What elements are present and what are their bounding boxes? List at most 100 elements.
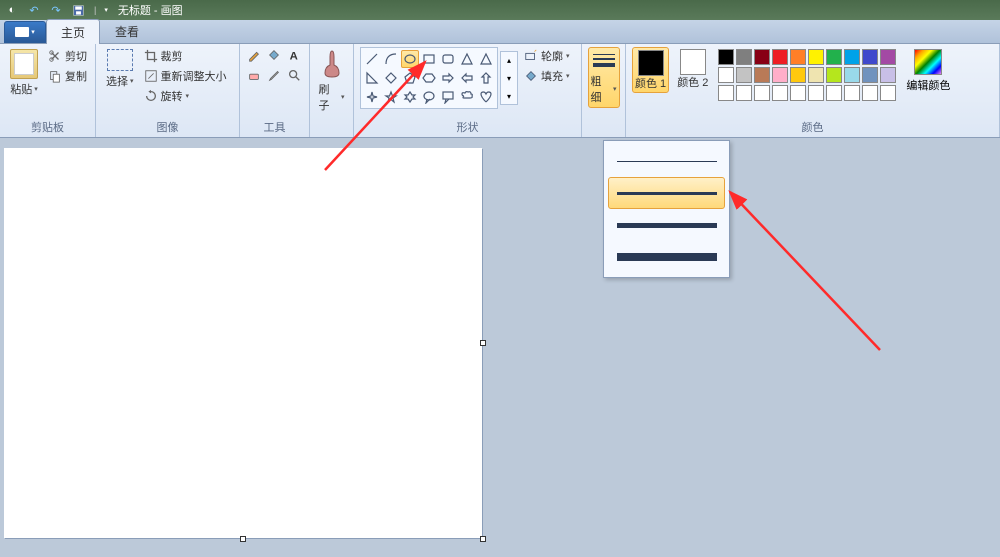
size-option[interactable] <box>608 241 725 273</box>
shape-arrow-r[interactable] <box>439 69 457 87</box>
color-swatch[interactable] <box>808 67 824 83</box>
color-swatch[interactable] <box>772 49 788 65</box>
color-swatch[interactable] <box>736 67 752 83</box>
resize-handle[interactable] <box>240 536 246 542</box>
file-icon <box>15 27 29 37</box>
qat-customize-icon[interactable]: ▾ <box>104 6 108 14</box>
crop-icon <box>144 49 158 63</box>
canvas[interactable] <box>4 148 482 538</box>
crop-button[interactable]: 裁剪 <box>142 47 229 65</box>
color-swatch[interactable] <box>718 85 734 101</box>
color1-button[interactable]: 颜色 1 <box>632 47 669 93</box>
undo-icon[interactable]: ↶ <box>26 2 42 18</box>
color-swatch[interactable] <box>736 49 752 65</box>
shape-star4[interactable] <box>363 88 381 106</box>
color-swatch[interactable] <box>790 67 806 83</box>
picker-tool[interactable] <box>266 67 282 83</box>
color-swatch[interactable] <box>790 49 806 65</box>
color-swatch[interactable] <box>880 85 896 101</box>
resize-handle[interactable] <box>480 536 486 542</box>
fill-tool[interactable] <box>266 47 282 63</box>
color-swatch[interactable] <box>736 85 752 101</box>
color-swatch[interactable] <box>826 85 842 101</box>
color2-button[interactable]: 颜色 2 <box>673 47 712 91</box>
group-shapes: ▴ ▾ ▾ 轮廓 ▾ 填充 ▾ 形状 <box>354 44 582 137</box>
outline-button[interactable]: 轮廓 ▾ <box>522 47 572 65</box>
resize-icon <box>144 69 158 83</box>
size-option[interactable] <box>608 145 725 177</box>
group-label-clipboard: 剪贴板 <box>6 117 89 135</box>
shapes-scroll-down[interactable]: ▾ <box>501 70 517 86</box>
save-icon[interactable] <box>70 2 86 18</box>
eraser-tool[interactable] <box>246 67 262 83</box>
shape-pentagon[interactable] <box>401 69 419 87</box>
shape-polygon[interactable] <box>458 50 476 68</box>
shape-roundrect[interactable] <box>439 50 457 68</box>
copy-button[interactable]: 复制 <box>46 67 89 85</box>
color-swatch[interactable] <box>844 85 860 101</box>
rotate-button[interactable]: 旋转 ▾ <box>142 87 229 105</box>
resize-handle[interactable] <box>480 340 486 346</box>
shape-callout-rect[interactable] <box>439 88 457 106</box>
size-button[interactable]: 粗细▾ <box>588 47 620 108</box>
shape-arrow-l[interactable] <box>458 69 476 87</box>
shape-triangle[interactable] <box>477 50 495 68</box>
shape-star5[interactable] <box>382 88 400 106</box>
shape-rect[interactable] <box>420 50 438 68</box>
color-swatch[interactable] <box>826 67 842 83</box>
shapes-scroll-up[interactable]: ▴ <box>501 52 517 68</box>
shape-line[interactable] <box>363 50 381 68</box>
color-swatch[interactable] <box>862 49 878 65</box>
shape-right-tri[interactable] <box>363 69 381 87</box>
color-swatch[interactable] <box>808 49 824 65</box>
text-tool[interactable]: A <box>286 47 302 63</box>
bucket-icon <box>524 69 538 83</box>
tab-view[interactable]: 查看 <box>100 18 154 43</box>
window-title: 无标题 - 画图 <box>118 2 183 18</box>
pencil-tool[interactable] <box>246 47 262 63</box>
color-swatch[interactable] <box>754 85 770 101</box>
color-palette <box>716 47 898 103</box>
redo-icon[interactable]: ↷ <box>48 2 64 18</box>
color-swatch[interactable] <box>880 49 896 65</box>
edit-colors-button[interactable]: 编辑颜色 <box>902 47 954 95</box>
color-swatch[interactable] <box>718 49 734 65</box>
shape-curve[interactable] <box>382 50 400 68</box>
shape-oval[interactable] <box>401 50 419 68</box>
shape-arrow-u[interactable] <box>477 69 495 87</box>
color-swatch[interactable] <box>718 67 734 83</box>
resize-button[interactable]: 重新调整大小 <box>142 67 229 85</box>
color-swatch[interactable] <box>754 49 770 65</box>
fill-button[interactable]: 填充 ▾ <box>522 67 572 85</box>
resize-label: 重新调整大小 <box>161 68 227 84</box>
paste-button[interactable]: 粘贴▾ <box>6 47 42 99</box>
system-menu-icon[interactable]: ◐ <box>4 2 20 18</box>
shapes-expand[interactable]: ▾ <box>501 88 517 104</box>
shape-heart[interactable] <box>477 88 495 106</box>
color-swatch[interactable] <box>862 85 878 101</box>
color-swatch[interactable] <box>880 67 896 83</box>
brushes-button[interactable]: 刷子▾ <box>315 47 349 115</box>
color-swatch[interactable] <box>844 49 860 65</box>
color-swatch[interactable] <box>790 85 806 101</box>
color-swatch[interactable] <box>772 67 788 83</box>
color-swatch[interactable] <box>826 49 842 65</box>
color-swatch[interactable] <box>862 67 878 83</box>
file-menu-button[interactable]: ▾ <box>4 21 46 43</box>
size-option[interactable] <box>608 177 725 209</box>
color-swatch[interactable] <box>808 85 824 101</box>
shape-callout-cloud[interactable] <box>458 88 476 106</box>
select-button[interactable]: 选择▾ <box>102 47 138 91</box>
color-swatch[interactable] <box>772 85 788 101</box>
shape-hexagon[interactable] <box>420 69 438 87</box>
color2-label: 颜色 2 <box>677 77 708 89</box>
cut-button[interactable]: 剪切 <box>46 47 89 65</box>
shape-star6[interactable] <box>401 88 419 106</box>
color-swatch[interactable] <box>754 67 770 83</box>
tab-home[interactable]: 主页 <box>46 19 100 44</box>
shape-callout-round[interactable] <box>420 88 438 106</box>
size-option[interactable] <box>608 209 725 241</box>
color-swatch[interactable] <box>844 67 860 83</box>
zoom-tool[interactable] <box>286 67 302 83</box>
shape-diamond[interactable] <box>382 69 400 87</box>
